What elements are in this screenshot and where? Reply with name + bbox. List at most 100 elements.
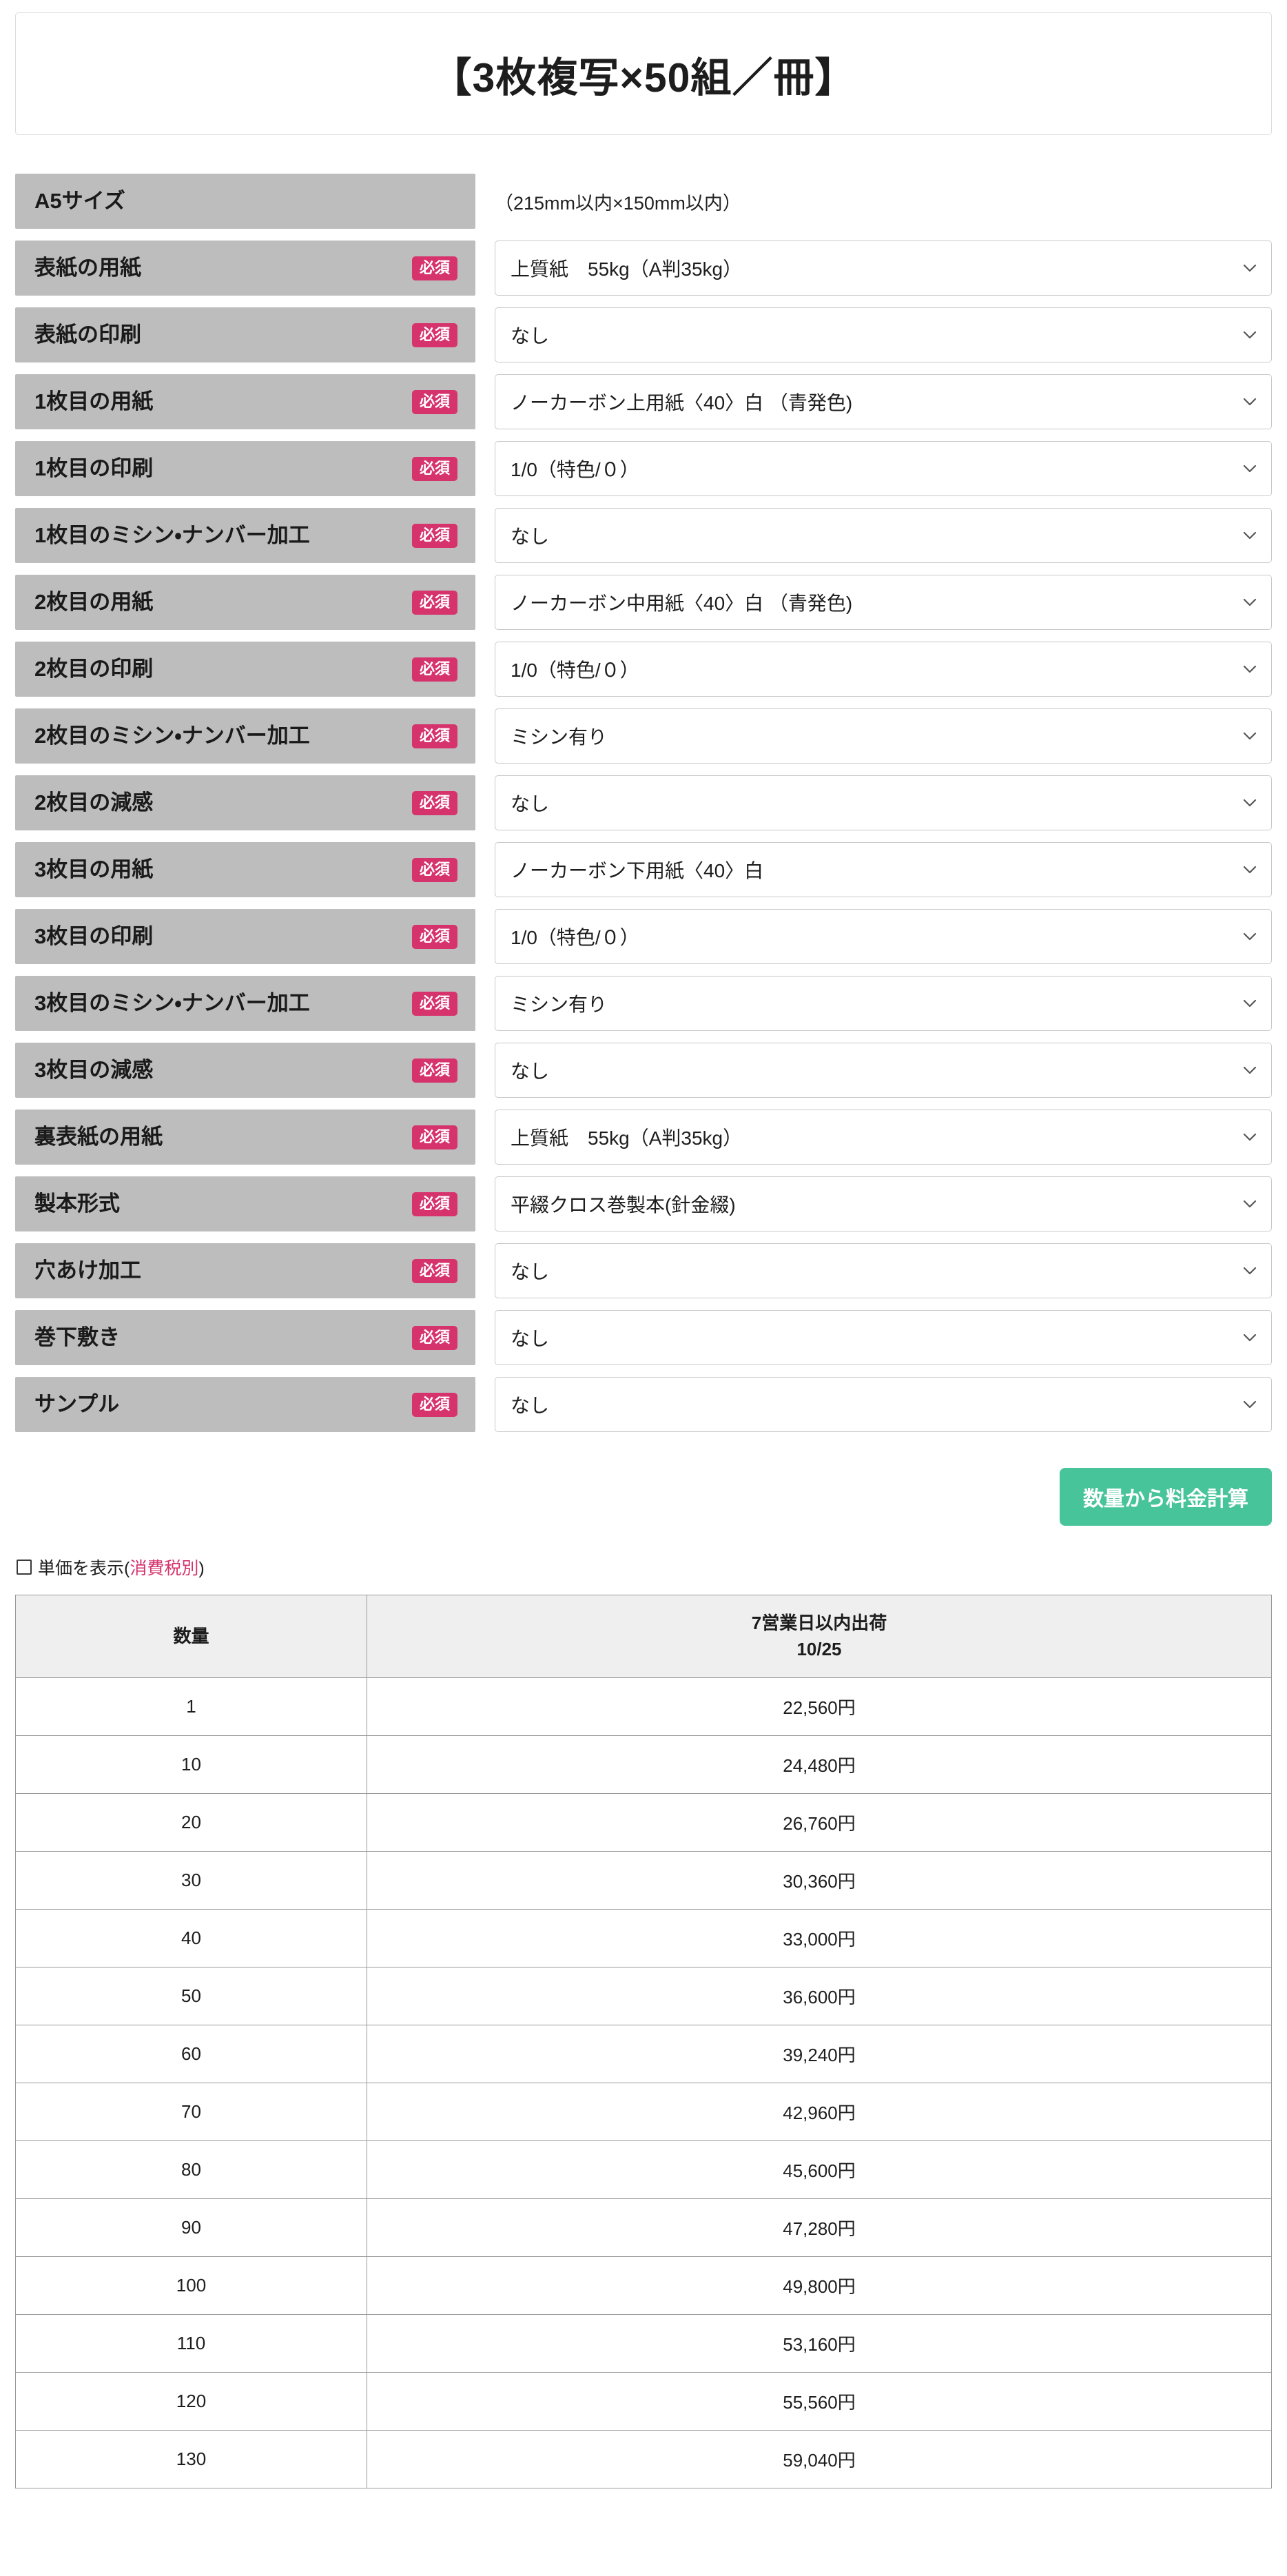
options-list: A5サイズ （215mm以内×150mm以内） 表紙の用紙 必須 上質紙 55kg（…	[15, 174, 1272, 1432]
price-cell[interactable]: 53,160円	[367, 2314, 1272, 2373]
option-label-cell: 3枚目の減感 必須	[15, 1043, 475, 1098]
option-select[interactable]: 平綴クロス巻製本(針金綴)	[495, 1176, 1272, 1231]
option-select[interactable]: ノーカーボン中用紙〈40〉白 （青発色)	[495, 575, 1272, 630]
option-label-cell: サンプル 必須	[15, 1377, 475, 1432]
price-cell[interactable]: 47,280円	[367, 2198, 1272, 2258]
price-cell[interactable]: 42,960円	[367, 2083, 1272, 2142]
option-label-cell: 穴あけ加工 必須	[15, 1243, 475, 1298]
price-cell[interactable]: 22,560円	[367, 1677, 1272, 1737]
chevron-down-icon	[1242, 1129, 1257, 1145]
header-shipping-date: 10/25	[796, 1638, 842, 1659]
option-select-value: なし	[511, 325, 550, 347]
option-label-cell: 裏表紙の用紙 必須	[15, 1110, 475, 1165]
price-cell[interactable]: 45,600円	[367, 2140, 1272, 2200]
price-cell[interactable]: 36,600円	[367, 1967, 1272, 2026]
option-field-cell: なし	[475, 1377, 1272, 1432]
option-row: 1枚目の用紙 必須 ノーカーボン上用紙〈40〉白 （青発色)	[15, 374, 1272, 429]
quantity-cell: 40	[15, 1909, 367, 1968]
unit-price-toggle-row: 単価を表示(消費税別)	[15, 1555, 1272, 1580]
unit-price-label: 単価を表示(消費税別)	[38, 1555, 205, 1580]
option-label: 製本形式	[34, 1191, 120, 1216]
option-field-cell: 1/0（特色/０）	[475, 642, 1272, 697]
option-field-cell: ミシン有り	[475, 708, 1272, 764]
price-table-header-row: 数量 7営業日以内出荷 10/25	[15, 1594, 1272, 1679]
option-select[interactable]: ノーカーボン下用紙〈40〉白	[495, 842, 1272, 897]
option-select-value: ノーカーボン上用紙〈40〉白 （青発色)	[511, 392, 853, 413]
price-cell[interactable]: 59,040円	[367, 2430, 1272, 2489]
option-select-value: なし	[511, 526, 550, 547]
option-row: サンプル 必須 なし	[15, 1377, 1272, 1432]
required-badge: 必須	[411, 857, 457, 882]
size-dimensions-note: （215mm以内×150mm以内）	[495, 192, 741, 214]
table-row: 100 49,800円	[15, 2256, 1272, 2316]
table-row: 120 55,560円	[15, 2372, 1272, 2431]
option-select[interactable]: なし	[495, 1377, 1272, 1432]
option-field-cell: なし	[475, 307, 1272, 362]
product-title-panel: 【3枚複写×50組／冊】	[15, 12, 1272, 135]
chevron-down-icon	[1242, 662, 1257, 677]
option-label-cell: 2枚目のミシン・ナンバー加工 必須	[15, 708, 475, 764]
option-row: 製本形式 必須 平綴クロス巻製本(針金綴)	[15, 1176, 1272, 1231]
option-row: 2枚目のミシン・ナンバー加工 必須 ミシン有り	[15, 708, 1272, 764]
option-label-cell: 3枚目のミシン・ナンバー加工 必須	[15, 976, 475, 1031]
price-cell[interactable]: 24,480円	[367, 1735, 1272, 1795]
option-select[interactable]: ノーカーボン上用紙〈40〉白 （青発色)	[495, 374, 1272, 429]
option-select-value: 1/0（特色/０）	[511, 927, 639, 948]
option-label: 1枚目の用紙	[34, 389, 154, 413]
required-badge: 必須	[411, 657, 457, 682]
option-select[interactable]: ミシン有り	[495, 976, 1272, 1031]
option-select[interactable]: 1/0（特色/０）	[495, 441, 1272, 496]
header-shipping-lead-time: 7営業日以内出荷	[751, 1613, 887, 1633]
table-row: 110 53,160円	[15, 2314, 1272, 2373]
option-select[interactable]: なし	[495, 307, 1272, 362]
option-row: 3枚目の減感 必須 なし	[15, 1043, 1272, 1098]
option-select[interactable]: なし	[495, 508, 1272, 563]
option-select[interactable]: なし	[495, 1043, 1272, 1098]
table-row: 30 30,360円	[15, 1851, 1272, 1910]
option-select[interactable]: 1/0（特色/０）	[495, 642, 1272, 697]
quantity-cell: 60	[15, 2025, 367, 2084]
option-rows-container: 表紙の用紙 必須 上質紙 55kg（A判35kg） 表紙の印刷 必須 なし 1枚目の用紙 必須…	[15, 241, 1272, 1432]
option-row: 2枚目の印刷 必須 1/0（特色/０）	[15, 642, 1272, 697]
price-cell[interactable]: 55,560円	[367, 2372, 1272, 2431]
price-cell[interactable]: 39,240円	[367, 2025, 1272, 2084]
option-select[interactable]: ミシン有り	[495, 708, 1272, 764]
required-badge: 必須	[411, 256, 457, 280]
required-badge: 必須	[411, 1392, 457, 1417]
chevron-down-icon	[1242, 528, 1257, 543]
option-select-value: 1/0（特色/０）	[511, 459, 639, 480]
option-select[interactable]: 1/0（特色/０）	[495, 909, 1272, 964]
option-row: 1枚目の印刷 必須 1/0（特色/０）	[15, 441, 1272, 496]
price-cell[interactable]: 49,800円	[367, 2256, 1272, 2316]
price-cell[interactable]: 26,760円	[367, 1793, 1272, 1852]
option-select[interactable]: 上質紙 55kg（A判35kg）	[495, 241, 1272, 296]
quantity-cell: 100	[15, 2256, 367, 2316]
option-select-value: 平綴クロス巻製本(針金綴)	[511, 1194, 736, 1216]
option-label: 表紙の用紙	[34, 255, 141, 280]
option-label: 穴あけ加工	[34, 1258, 141, 1282]
chevron-down-icon	[1242, 260, 1257, 276]
option-label-cell: 1枚目の印刷 必須	[15, 441, 475, 496]
unit-price-checkbox[interactable]	[17, 1560, 32, 1575]
option-select-value: 上質紙 55kg（A判35kg）	[511, 258, 743, 280]
option-field-cell: ミシン有り	[475, 976, 1272, 1031]
option-row: 1枚目のミシン・ナンバー加工 必須 なし	[15, 508, 1272, 563]
chevron-down-icon	[1242, 394, 1257, 409]
option-field-cell: なし	[475, 508, 1272, 563]
page-title: 【3枚複写×50組／冊】	[431, 54, 856, 101]
option-select[interactable]: 上質紙 55kg（A判35kg）	[495, 1110, 1272, 1165]
chevron-down-icon	[1242, 862, 1257, 877]
option-select[interactable]: なし	[495, 1243, 1272, 1298]
chevron-down-icon	[1242, 1330, 1257, 1345]
option-select[interactable]: なし	[495, 1310, 1272, 1365]
option-select[interactable]: なし	[495, 775, 1272, 830]
calculate-price-button[interactable]: 数量から料金計算	[1060, 1468, 1272, 1526]
option-label-cell: 2枚目の減感 必須	[15, 775, 475, 830]
required-badge: 必須	[411, 456, 457, 481]
option-field-cell: 平綴クロス巻製本(針金綴)	[475, 1176, 1272, 1231]
option-row: 表紙の印刷 必須 なし	[15, 307, 1272, 362]
quantity-cell: 80	[15, 2140, 367, 2200]
price-cell[interactable]: 33,000円	[367, 1909, 1272, 1968]
price-cell[interactable]: 30,360円	[367, 1851, 1272, 1910]
chevron-down-icon	[1242, 1063, 1257, 1078]
